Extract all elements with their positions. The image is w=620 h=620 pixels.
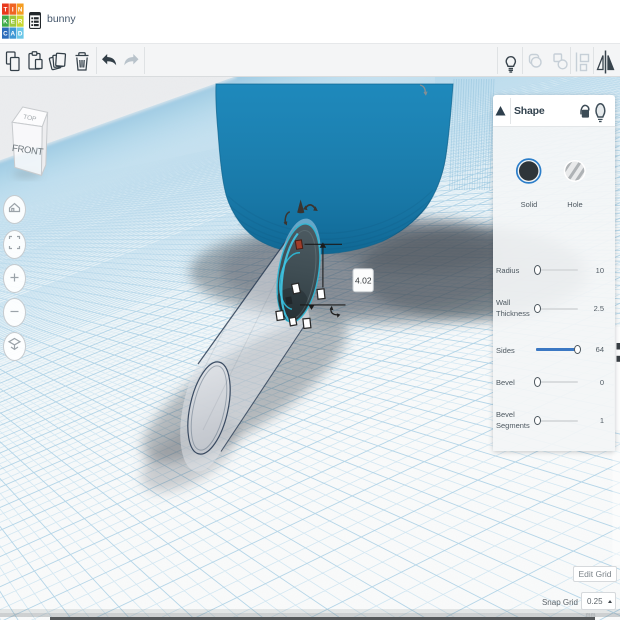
svg-text:K: K (3, 19, 8, 26)
svg-text:A: A (11, 31, 16, 38)
svg-text:R: R (18, 19, 23, 26)
svg-text:4.02: 4.02 (355, 276, 372, 286)
svg-text:E: E (11, 19, 15, 26)
svg-text:D: D (18, 31, 23, 38)
svg-text:N: N (18, 7, 23, 14)
svg-text:T: T (3, 7, 7, 14)
svg-text:I: I (12, 7, 14, 14)
svg-text:C: C (3, 31, 8, 38)
